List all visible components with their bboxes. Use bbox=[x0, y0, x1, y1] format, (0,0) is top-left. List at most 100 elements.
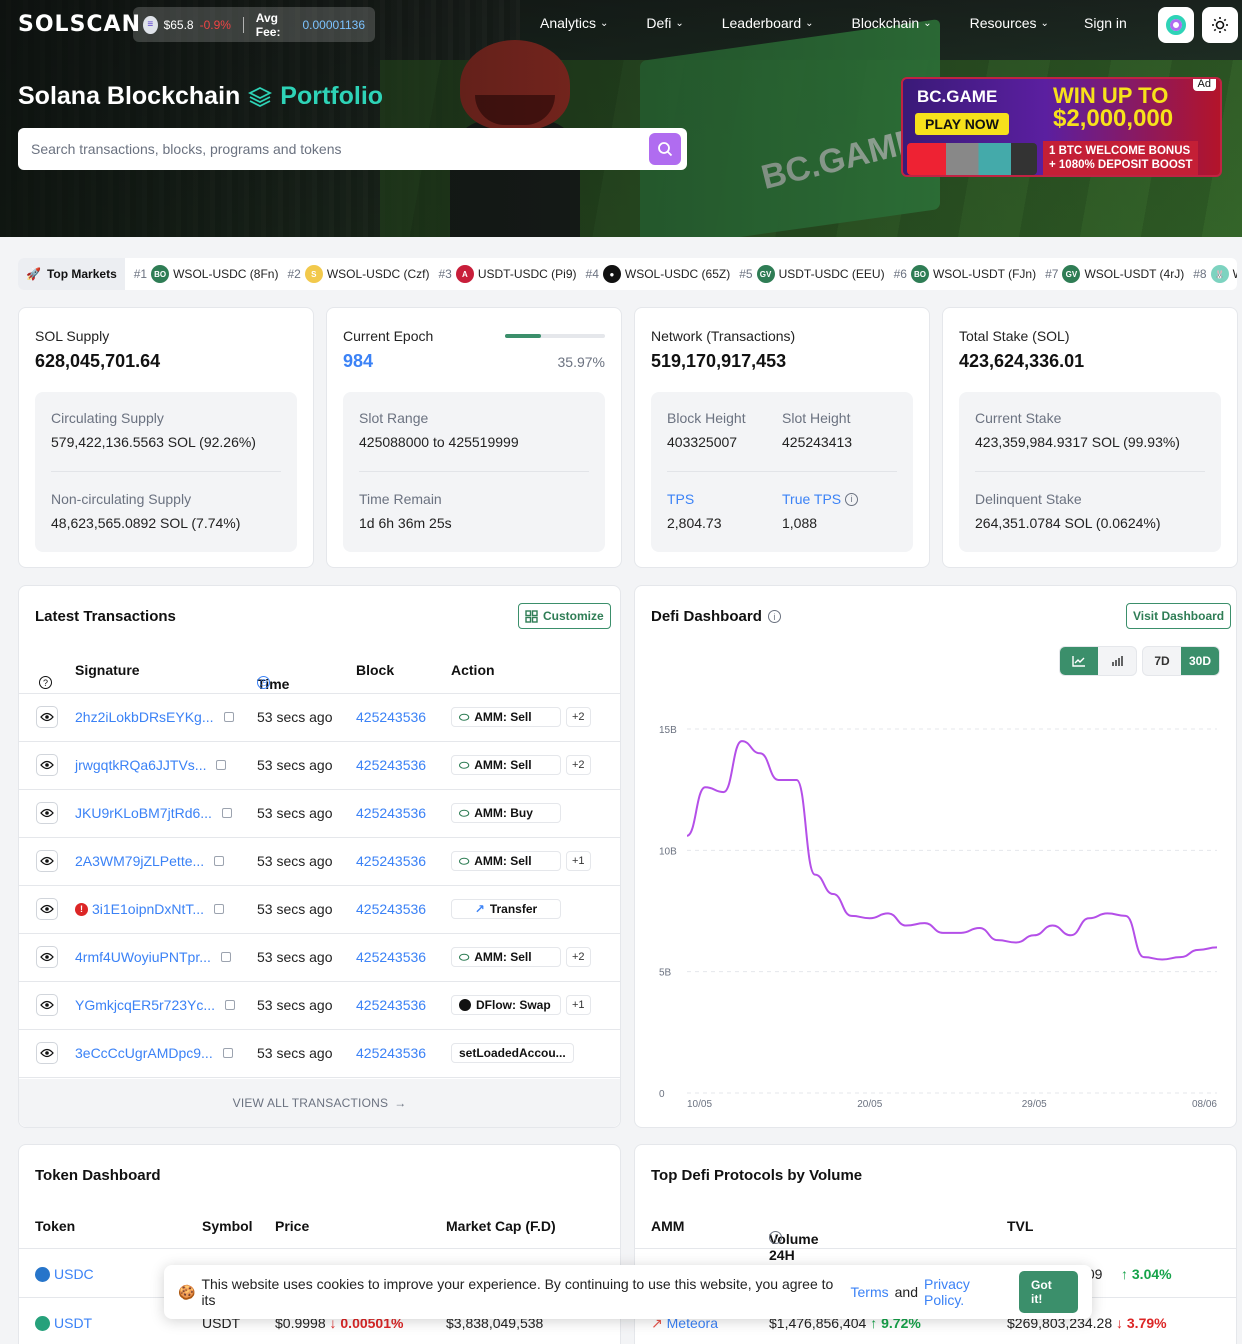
data-point[interactable] bbox=[1012, 939, 1020, 947]
search-button[interactable] bbox=[649, 133, 681, 165]
eye-icon[interactable] bbox=[36, 946, 58, 968]
data-point[interactable] bbox=[756, 749, 764, 757]
block-link[interactable]: 425243536 bbox=[356, 805, 426, 821]
data-point[interactable] bbox=[847, 912, 855, 920]
data-point[interactable] bbox=[957, 929, 965, 937]
table-row[interactable]: 2A3WM79jZLPette... 53 secs ago 425243536 ⬭ A… bbox=[19, 838, 620, 886]
info-icon[interactable]: i bbox=[767, 610, 781, 623]
table-row[interactable]: YGmkjcqER5r723Yc... 53 secs ago 425243536 D… bbox=[19, 982, 620, 1030]
market-item[interactable]: #6 BO WSOL-USDT (FJn) bbox=[894, 265, 1036, 283]
data-point[interactable] bbox=[994, 936, 1002, 944]
action-badge[interactable]: ⬭ AMM: Buy bbox=[451, 803, 561, 823]
solscan-logo[interactable]: SOLSCAN bbox=[18, 12, 141, 37]
data-point[interactable] bbox=[829, 890, 837, 898]
table-row[interactable]: 4rmf4UWoyiuPNTpr... 53 secs ago 425243536 ⬭… bbox=[19, 934, 620, 982]
search-input[interactable] bbox=[31, 141, 591, 157]
data-point[interactable] bbox=[1213, 943, 1221, 951]
market-item[interactable]: #5 GV USDT-USDC (EEU) bbox=[739, 265, 885, 283]
table-row[interactable]: 2hz2iLokbDRsEYKg... 53 secs ago 425243536 ⬭… bbox=[19, 694, 620, 742]
block-link[interactable]: 425243536 bbox=[356, 997, 426, 1013]
data-point[interactable] bbox=[902, 922, 910, 930]
range-7d-button[interactable]: 7D bbox=[1143, 647, 1181, 675]
data-point[interactable] bbox=[1195, 946, 1203, 954]
true-tps-label[interactable]: True TPS i bbox=[782, 491, 859, 507]
table-row[interactable]: jrwgqtkRQa6JJTVs... 53 secs ago 425243536 ⬭… bbox=[19, 742, 620, 790]
data-point[interactable] bbox=[720, 788, 728, 796]
data-point[interactable] bbox=[1140, 953, 1148, 961]
data-point[interactable] bbox=[866, 914, 874, 922]
signature-link[interactable]: 2A3WM79jZLPette... bbox=[75, 853, 225, 869]
signature-link[interactable]: ! 3i1E1oipnDxNtT... bbox=[75, 901, 225, 917]
data-point[interactable] bbox=[774, 776, 782, 784]
block-link[interactable]: 425243536 bbox=[356, 709, 426, 725]
more-actions-badge[interactable]: +2 bbox=[566, 707, 591, 727]
more-actions-badge[interactable]: +2 bbox=[566, 947, 591, 967]
privacy-policy-link[interactable]: Privacy Policy. bbox=[924, 1276, 1013, 1308]
visit-dashboard-button[interactable]: Visit Dashboard bbox=[1126, 603, 1232, 629]
block-link[interactable]: 425243536 bbox=[356, 853, 426, 869]
table-row[interactable]: JKU9rKLoBM7jtRd6... 53 secs ago 425243536 ⬭… bbox=[19, 790, 620, 838]
epoch-value[interactable]: 984 bbox=[343, 351, 373, 372]
copy-icon[interactable] bbox=[220, 952, 231, 962]
data-point[interactable] bbox=[884, 909, 892, 917]
market-item[interactable]: #7 GV WSOL-USDT (4rJ) bbox=[1045, 265, 1184, 283]
eye-icon[interactable] bbox=[36, 850, 58, 872]
market-item[interactable]: #4 ● WSOL-USDC (65Z) bbox=[586, 265, 730, 283]
theme-toggle-button[interactable] bbox=[1202, 7, 1238, 43]
data-point[interactable] bbox=[939, 929, 947, 937]
sign-in-link[interactable]: Sign in bbox=[1084, 15, 1127, 31]
more-actions-badge[interactable]: +1 bbox=[566, 851, 591, 871]
data-point[interactable] bbox=[683, 832, 691, 840]
copy-icon[interactable] bbox=[223, 712, 234, 722]
data-point[interactable] bbox=[1158, 956, 1166, 964]
eye-icon[interactable] bbox=[36, 1042, 58, 1064]
table-row[interactable]: ! 3i1E1oipnDxNtT... 53 secs ago 425243536 ↗ T… bbox=[19, 886, 620, 934]
nav-analytics[interactable]: Analytics ⌄ bbox=[540, 15, 608, 31]
market-item[interactable]: #1 BO WSOL-USDC (8Fn) bbox=[134, 265, 278, 283]
cookie-accept-button[interactable]: Got it! bbox=[1019, 1271, 1078, 1313]
data-point[interactable] bbox=[1067, 931, 1075, 939]
eye-icon[interactable] bbox=[36, 706, 58, 728]
terms-link[interactable]: Terms bbox=[851, 1284, 889, 1300]
line-chart-button[interactable] bbox=[1060, 647, 1098, 675]
signature-link[interactable]: 2hz2iLokbDRsEYKg... bbox=[75, 709, 234, 725]
data-point[interactable] bbox=[1122, 912, 1130, 920]
copy-icon[interactable] bbox=[222, 1048, 233, 1058]
eye-icon[interactable] bbox=[36, 802, 58, 824]
signature-link[interactable]: JKU9rKLoBM7jtRd6... bbox=[75, 805, 232, 821]
market-item[interactable]: #3 A USDT-USDC (Pi9) bbox=[438, 265, 577, 283]
nav-leaderboard[interactable]: Leaderboard ⌄ bbox=[722, 15, 814, 31]
nav-defi[interactable]: Defi ⌄ bbox=[646, 15, 683, 31]
data-point[interactable] bbox=[701, 783, 709, 791]
data-point[interactable] bbox=[793, 776, 801, 784]
signature-link[interactable]: 3eCcCcUgrAMDpc9... bbox=[75, 1045, 233, 1061]
data-point[interactable] bbox=[1049, 922, 1057, 930]
signature-link[interactable]: 4rmf4UWoyiuPNTpr... bbox=[75, 949, 231, 965]
bar-chart-button[interactable] bbox=[1098, 647, 1136, 675]
data-point[interactable] bbox=[1085, 914, 1093, 922]
eye-icon[interactable] bbox=[36, 754, 58, 776]
data-point[interactable] bbox=[921, 919, 929, 927]
signature-link[interactable]: jrwgqtkRQa6JJTVs... bbox=[75, 757, 227, 773]
block-link[interactable]: 425243536 bbox=[356, 901, 426, 917]
ad-banner[interactable]: BC.GAME PLAY NOW WIN UP TO $2,000,000 1 … bbox=[901, 77, 1222, 177]
data-point[interactable] bbox=[975, 924, 983, 932]
action-badge[interactable]: ⬭ AMM: Sell bbox=[451, 707, 561, 727]
eye-icon[interactable] bbox=[36, 994, 58, 1016]
data-point[interactable] bbox=[1030, 931, 1038, 939]
customize-button[interactable]: Customize bbox=[518, 603, 611, 629]
copy-icon[interactable] bbox=[214, 856, 225, 866]
action-badge[interactable]: ⬭ AMM: Sell bbox=[451, 755, 561, 775]
token-name[interactable]: USDT bbox=[35, 1315, 92, 1331]
eye-icon[interactable] bbox=[36, 898, 58, 920]
portfolio-link[interactable]: Portfolio bbox=[280, 82, 383, 111]
copy-icon[interactable] bbox=[216, 760, 227, 770]
block-link[interactable]: 425243536 bbox=[356, 1045, 426, 1061]
more-actions-badge[interactable]: +2 bbox=[566, 755, 591, 775]
nav-resources[interactable]: Resources ⌄ bbox=[970, 15, 1049, 31]
nav-blockchain[interactable]: Blockchain ⌄ bbox=[852, 15, 932, 31]
signature-link[interactable]: YGmkjcqER5r723Yc... bbox=[75, 997, 236, 1013]
data-point[interactable] bbox=[811, 871, 819, 879]
copy-icon[interactable] bbox=[214, 904, 225, 914]
table-row[interactable]: 3eCcCcUgrAMDpc9... 53 secs ago 425243536 se… bbox=[19, 1030, 620, 1078]
